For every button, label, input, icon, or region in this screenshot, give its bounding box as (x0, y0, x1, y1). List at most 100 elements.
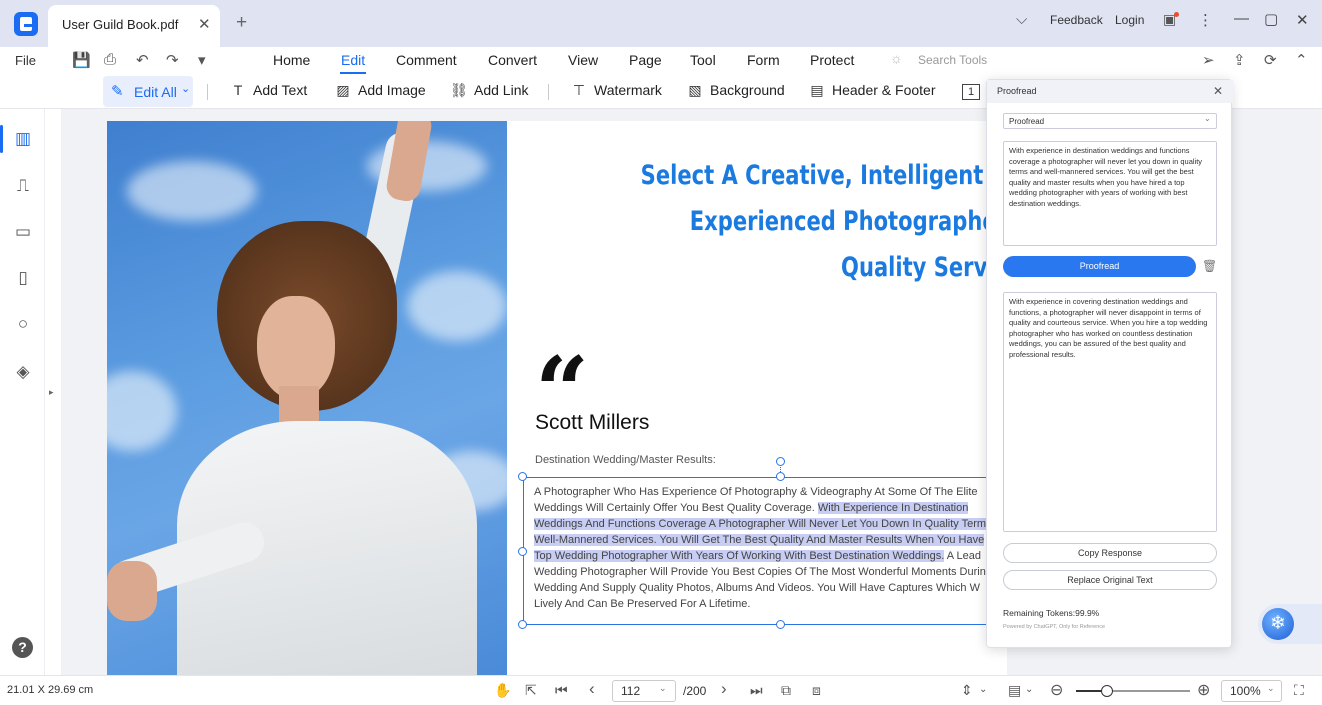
file-menu[interactable]: File (15, 53, 36, 68)
tab-page[interactable]: Page (629, 52, 662, 68)
fullscreen-icon[interactable]: ⛶ (1294, 682, 1304, 699)
cloud-upload-icon[interactable]: ⇪ (1233, 51, 1246, 69)
help-icon[interactable]: ? (12, 637, 33, 658)
document-tab[interactable]: User Guild Book.pdf ✕ (48, 5, 220, 47)
select-tool-icon[interactable]: ⇱ (525, 682, 537, 699)
more-options-icon[interactable]: ⋮ (1198, 11, 1213, 29)
hand-tool-icon[interactable]: ✋ (494, 682, 511, 699)
replace-original-text-button[interactable]: Replace Original Text (1003, 570, 1217, 590)
search-icon[interactable]: ○ (12, 313, 34, 335)
tab-edit[interactable]: Edit (341, 52, 365, 68)
close-window-icon[interactable]: ✕ (1296, 11, 1309, 29)
add-text-button[interactable]: T Add Text (229, 82, 308, 98)
thumbnails-icon[interactable]: ▥ (12, 128, 34, 150)
comment-icon[interactable]: ▭ (12, 221, 34, 243)
previous-page-icon[interactable]: ‹ (589, 679, 595, 699)
section-subtitle[interactable]: Destination Wedding/Master Results: (535, 454, 716, 466)
tab-comment[interactable]: Comment (396, 52, 457, 68)
header-footer-button[interactable]: ▤ Header & Footer (808, 82, 935, 99)
page-number-input[interactable]: 112 ⌄ (612, 680, 676, 702)
minimize-icon[interactable]: — (1234, 10, 1249, 27)
customize-dropdown-icon[interactable]: ▾ (198, 51, 206, 69)
redo-icon[interactable]: ↷ (166, 51, 179, 69)
resize-handle[interactable] (776, 472, 785, 481)
sync-icon[interactable]: ⟳ (1264, 51, 1277, 69)
body-paragraph[interactable]: A Photographer Who Has Experience Of Pho… (534, 484, 1004, 612)
background-button[interactable]: ▧ Background (686, 82, 784, 99)
mode-select[interactable]: Proofread ⌄ (1003, 113, 1217, 129)
feedback-link[interactable]: Feedback (1050, 13, 1103, 27)
zoom-slider[interactable] (1076, 685, 1190, 697)
tab-view[interactable]: View (568, 52, 598, 68)
edit-all-button[interactable]: ✎ Edit All ⌄ (103, 76, 193, 107)
app-logo-icon[interactable] (14, 12, 38, 36)
bates-number-button[interactable]: 1 (962, 82, 986, 100)
zoom-out-icon[interactable]: ⊖ (1050, 680, 1063, 700)
share-icon[interactable]: ➢ (1202, 51, 1215, 69)
zoom-level-select[interactable]: 100% ⌄ (1221, 680, 1282, 702)
new-tab-icon[interactable]: + (236, 12, 247, 34)
text-icon: T (233, 82, 243, 98)
face-shape (257, 296, 335, 400)
zoom-in-icon[interactable]: ⊕ (1197, 680, 1210, 700)
save-icon[interactable]: 💾 (72, 51, 91, 69)
tab-home[interactable]: Home (273, 52, 310, 68)
chevron-down-icon[interactable]: ⌄ (979, 684, 987, 695)
chevron-down-icon: ⌄ (1267, 683, 1275, 693)
chevron-down-icon: ⌄ (1204, 114, 1211, 123)
proofread-button[interactable]: Proofread (1003, 256, 1196, 277)
last-page-icon[interactable]: ⏭ (750, 682, 763, 699)
add-image-button[interactable]: ▨ Add Image (334, 82, 426, 99)
tab-form[interactable]: Form (747, 52, 780, 68)
maximize-icon[interactable]: ▢ (1264, 10, 1278, 28)
toolbar-divider (548, 84, 549, 100)
woman-photo-image (107, 121, 507, 675)
notification-badge (1174, 12, 1179, 17)
first-page-icon[interactable]: ⏮ (555, 682, 568, 699)
rotate-page-icon[interactable]: ⧉ (781, 682, 791, 699)
resize-handle[interactable] (518, 472, 527, 481)
pencil-icon: ✎ (111, 83, 124, 100)
chevron-down-icon[interactable]: ⌄ (1025, 684, 1033, 695)
next-page-icon[interactable]: › (721, 679, 727, 699)
trash-icon[interactable]: 🗑 (1202, 259, 1217, 273)
copy-response-button[interactable]: Copy Response (1003, 543, 1217, 563)
undo-icon[interactable]: ↶ (136, 51, 149, 69)
watermark-button[interactable]: ⊤ Watermark (570, 82, 662, 99)
tab-tool[interactable]: Tool (690, 52, 716, 68)
resize-handle[interactable] (518, 547, 527, 556)
status-bar: 21.01 X 29.69 cm ✋ ⇱ ⏮ ‹ 112 ⌄ /200 › ⏭ … (0, 675, 1322, 705)
crop-page-icon[interactable]: ⧈ (812, 682, 821, 699)
login-link[interactable]: Login (1115, 13, 1144, 27)
search-tools-input[interactable]: Search Tools (918, 53, 987, 67)
rotate-handle[interactable] (776, 457, 785, 466)
cloud-shape (127, 161, 257, 221)
resize-handle[interactable] (518, 620, 527, 629)
zoom-slider-knob[interactable] (1100, 685, 1113, 697)
lightbulb-icon: ☼ (890, 50, 903, 66)
fit-page-icon[interactable]: ⇕ (961, 682, 973, 699)
close-panel-icon[interactable]: ✕ (1213, 84, 1223, 98)
add-image-label: Add Image (358, 82, 426, 98)
attachment-icon[interactable]: ▯ (12, 267, 34, 289)
chevron-down-icon[interactable]: ⌵ (1016, 11, 1027, 28)
add-link-button[interactable]: ⛓ Add Link (450, 82, 528, 99)
print-icon[interactable]: ⎙ (104, 51, 116, 68)
tab-protect[interactable]: Protect (810, 52, 854, 68)
collapse-ribbon-icon[interactable]: ⌃ (1295, 51, 1308, 69)
author-name[interactable]: Scott Millers (535, 411, 649, 435)
total-pages: /200 (683, 684, 707, 698)
ai-assistant-tab[interactable]: ❄ (1258, 604, 1322, 644)
layers-icon[interactable]: ◈ (12, 361, 34, 383)
background-icon: ▧ (688, 82, 702, 98)
page-layout-icon[interactable]: ▤ (1008, 682, 1021, 699)
ai-assistant-icon[interactable]: ❄ (1262, 608, 1294, 640)
bookmark-icon[interactable]: ⎍ (12, 175, 34, 197)
text-edit-box[interactable]: A Photographer Who Has Experience Of Pho… (523, 477, 1007, 625)
resize-handle[interactable] (776, 620, 785, 629)
output-text-area[interactable]: With experience in covering destination … (1003, 292, 1217, 532)
input-text-area[interactable]: With experience in destination weddings … (1003, 141, 1217, 246)
tab-convert[interactable]: Convert (488, 52, 537, 68)
close-tab-icon[interactable]: ✕ (198, 15, 211, 33)
expand-panel-icon[interactable]: ▸ (49, 387, 54, 398)
